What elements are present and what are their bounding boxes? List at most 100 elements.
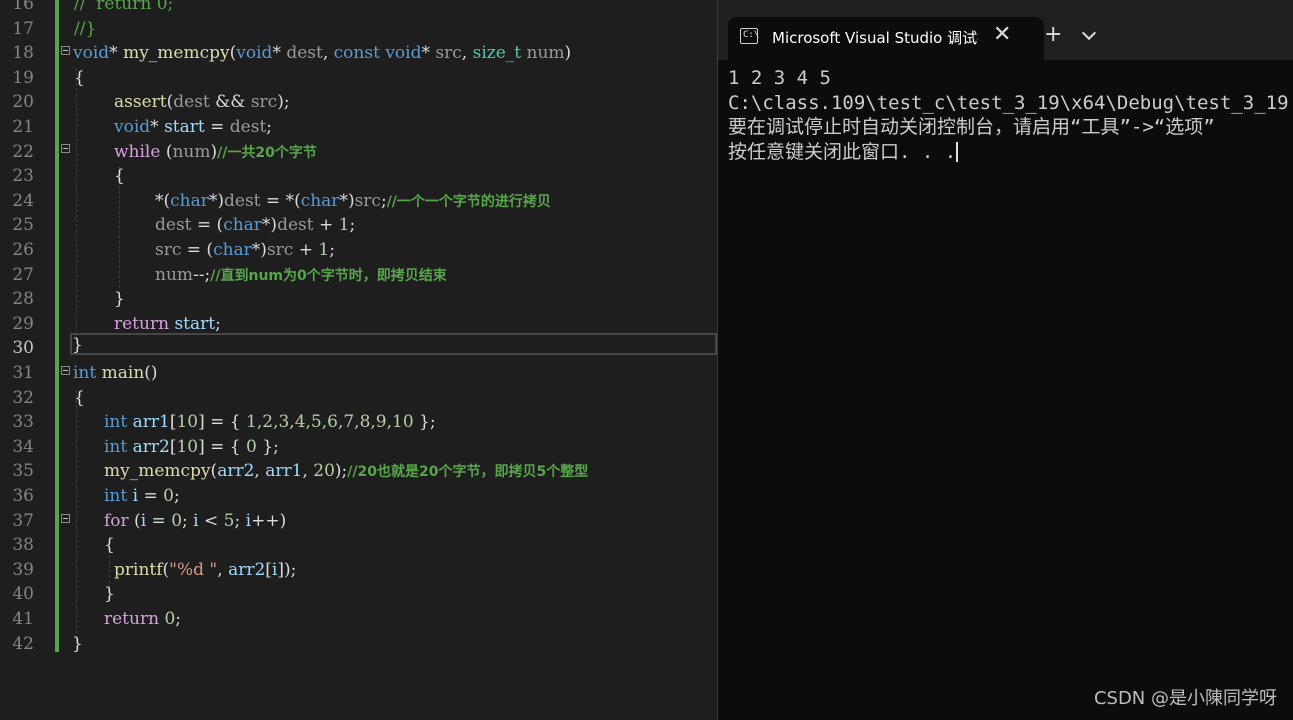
code-token: ,	[461, 43, 473, 64]
code-line-28[interactable]: }	[114, 287, 125, 312]
code-line-23[interactable]: {	[114, 164, 125, 189]
line-number: 33	[12, 412, 34, 433]
code-token: ,	[322, 43, 334, 64]
parameter: num	[155, 264, 194, 285]
code-line-39[interactable]: printf("%d ", arr2[i]);	[114, 558, 296, 583]
number-literal: 5	[223, 510, 235, 531]
code-line-20[interactable]: assert(dest && src);	[114, 90, 290, 115]
keyword: int	[104, 486, 128, 506]
code-line-35[interactable]: my_memcpy(arr2, arr1, 20);//20也就是20个字节，即…	[104, 459, 588, 484]
keyword: return	[114, 313, 170, 334]
line-number: 23	[12, 166, 34, 187]
line-number: 32	[12, 387, 34, 408]
code-token: =	[204, 117, 230, 137]
code-line-30[interactable]: }	[72, 333, 83, 358]
code-token: ,	[302, 461, 314, 482]
close-icon[interactable]: ✕	[993, 23, 1011, 47]
code-token: );	[334, 461, 348, 482]
code-line-36[interactable]: int i = 0;	[104, 484, 180, 509]
code-token: {	[114, 166, 125, 187]
indent-guide	[76, 68, 77, 338]
code-line-32[interactable]: {	[74, 386, 85, 411]
code-line-38[interactable]: {	[104, 533, 115, 558]
line-number: 20	[12, 92, 34, 113]
code-token: *)	[261, 215, 278, 236]
code-token: <	[198, 510, 224, 531]
line-number: 42	[12, 633, 34, 654]
code-token: *(	[155, 190, 171, 211]
code-line-33[interactable]: int arr1[10] = { 1,2,3,4,5,6,7,8,9,10 };	[104, 410, 436, 435]
code-token: }	[72, 335, 83, 355]
console-output[interactable]: 1 2 3 4 5 C:\class.109\test_c\test_3_19\…	[728, 66, 1293, 164]
code-token: = (	[191, 215, 224, 236]
code-line-40[interactable]: }	[104, 582, 115, 607]
code-line-37[interactable]: for (i = 0; i < 5; i++)	[104, 509, 286, 534]
code-line-26[interactable]: src = (char*)src + 1;	[155, 238, 335, 263]
code-token: (	[160, 141, 173, 162]
code-line-17[interactable]: //}	[74, 17, 96, 42]
code-line-29[interactable]: return start;	[114, 312, 221, 337]
code-token: ;	[215, 313, 221, 334]
debug-console-window[interactable]: C:\ Microsoft Visual Studio 调试控 ✕ + 1 2 …	[717, 0, 1293, 720]
comment: //一个一个字节的进行拷贝	[386, 193, 551, 210]
variable: arr1	[265, 461, 303, 482]
collapse-icon[interactable]	[61, 144, 70, 153]
comment: //20也就是20个字节，即拷贝5个整型	[347, 464, 589, 481]
console-titlebar[interactable]: C:\ Microsoft Visual Studio 调试控 ✕ +	[718, 0, 1293, 60]
code-token: *	[272, 43, 287, 64]
string-literal: "%d "	[169, 559, 218, 580]
code-line-22[interactable]: while (num)//一共20个字节	[114, 140, 317, 165]
code-token: {	[74, 387, 85, 408]
function-name: assert	[114, 92, 167, 113]
code-token: ()	[144, 363, 158, 383]
code-line-41[interactable]: return 0;	[104, 607, 181, 632]
code-line-31[interactable]: int main()	[73, 361, 158, 386]
code-token: }	[104, 584, 115, 605]
code-token: ;	[173, 486, 180, 506]
watermark: CSDN @是小陳同学呀	[1093, 688, 1277, 709]
console-tab[interactable]: C:\ Microsoft Visual Studio 调试控 ✕	[728, 17, 1044, 60]
code-line-24[interactable]: *(char*)dest = *(char*)src;//一个一个字节的进行拷贝	[155, 189, 551, 214]
collapse-icon[interactable]	[61, 514, 70, 523]
line-number: 18	[12, 43, 34, 64]
code-token: *	[421, 43, 436, 64]
line-number: 26	[12, 240, 34, 260]
code-token: };	[256, 436, 279, 457]
console-output-line: C:\class.109\test_c\test_3_19\x64\Debug\…	[728, 91, 1293, 114]
variable: arr2	[132, 436, 170, 457]
variable: start	[174, 313, 216, 334]
code-token: ;	[266, 117, 273, 137]
parameter: src	[354, 190, 381, 211]
code-line-21[interactable]: void* start = dest;	[114, 115, 272, 140]
code-token: &&	[209, 92, 251, 113]
line-number: 31	[12, 363, 34, 383]
code-token: ;	[329, 240, 335, 260]
collapse-icon[interactable]	[61, 46, 70, 55]
line-number: 34	[12, 436, 34, 457]
code-token: (	[128, 510, 141, 531]
collapse-icon[interactable]	[61, 366, 70, 375]
comment: // return 0;	[74, 0, 174, 14]
code-line-18[interactable]: void* my_memcpy(void* dest, const void* …	[73, 41, 571, 66]
number-literal: 0	[246, 436, 257, 457]
code-editor[interactable]: 16 17 18 19 20 21 22 23 24 25 26 27 28 2…	[0, 0, 717, 720]
code-token: ;	[175, 609, 182, 629]
line-number: 39	[12, 559, 34, 580]
code-line-27[interactable]: num--;//直到num为0个字节时，即拷贝结束	[155, 263, 447, 288]
console-output-line-last: 按任意键关闭此窗口. . .	[728, 140, 1293, 165]
code-token: ++)	[251, 510, 287, 531]
line-number: 22	[12, 141, 34, 162]
number-literal: 20	[313, 461, 335, 482]
code-line-19[interactable]: {	[74, 66, 85, 91]
code-token: )	[564, 43, 572, 64]
parameter: src	[266, 240, 294, 260]
code-token: }	[114, 289, 125, 310]
plus-icon[interactable]: +	[1044, 22, 1062, 48]
code-line-34[interactable]: int arr2[10] = { 0 };	[104, 435, 279, 460]
code-line-16[interactable]: // return 0;	[74, 0, 173, 17]
line-number: 37	[12, 510, 34, 531]
code-line-25[interactable]: dest = (char*)dest + 1;	[155, 213, 355, 238]
chevron-down-icon[interactable]	[1081, 25, 1097, 41]
code-line-42[interactable]: }	[72, 632, 83, 657]
parameter: num	[172, 141, 211, 162]
